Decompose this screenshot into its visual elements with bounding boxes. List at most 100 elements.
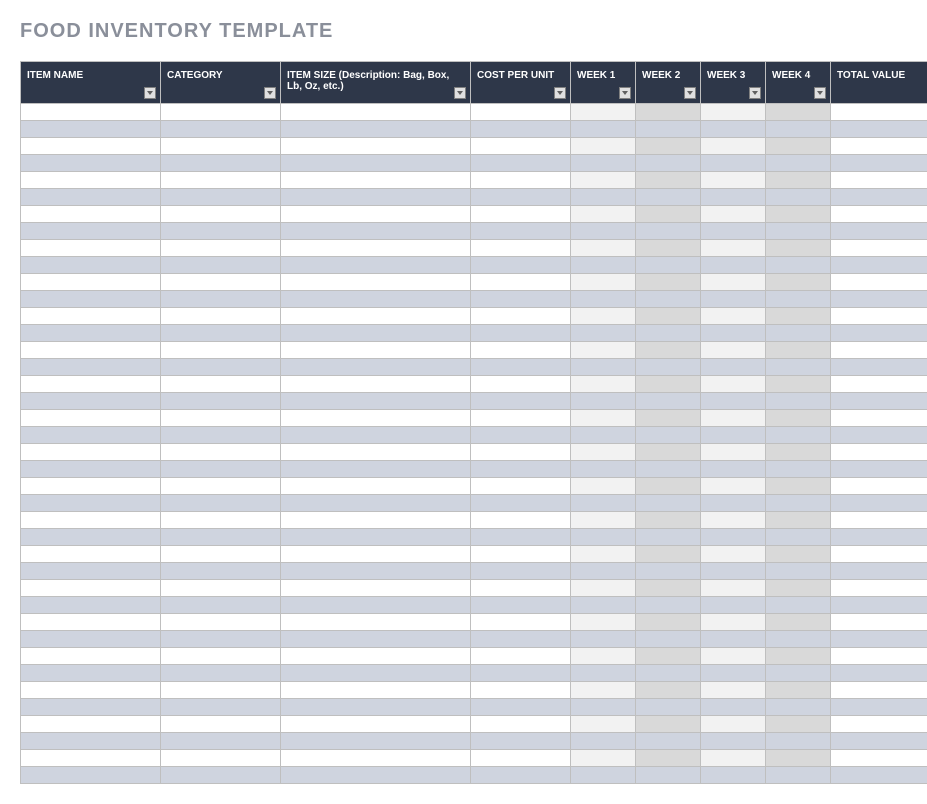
table-cell[interactable]	[831, 597, 927, 614]
table-cell[interactable]	[701, 155, 766, 172]
table-cell[interactable]	[766, 325, 831, 342]
table-cell[interactable]	[766, 597, 831, 614]
table-cell[interactable]	[831, 699, 927, 716]
table-cell[interactable]	[831, 104, 927, 121]
table-cell[interactable]	[21, 257, 161, 274]
table-cell[interactable]	[766, 359, 831, 376]
table-cell[interactable]	[471, 597, 571, 614]
table-cell[interactable]	[21, 291, 161, 308]
table-cell[interactable]	[636, 699, 701, 716]
table-cell[interactable]	[766, 648, 831, 665]
table-cell[interactable]	[636, 376, 701, 393]
table-cell[interactable]	[571, 478, 636, 495]
table-cell[interactable]	[281, 597, 471, 614]
table-cell[interactable]	[701, 767, 766, 784]
table-cell[interactable]	[21, 461, 161, 478]
table-cell[interactable]	[161, 189, 281, 206]
table-cell[interactable]	[636, 104, 701, 121]
filter-dropdown-icon[interactable]	[814, 87, 826, 99]
table-cell[interactable]	[281, 512, 471, 529]
table-cell[interactable]	[571, 597, 636, 614]
col-header-week-4[interactable]: WEEK 4	[766, 62, 831, 104]
table-cell[interactable]	[281, 138, 471, 155]
table-cell[interactable]	[701, 359, 766, 376]
table-cell[interactable]	[571, 359, 636, 376]
table-cell[interactable]	[831, 291, 927, 308]
table-cell[interactable]	[21, 750, 161, 767]
table-cell[interactable]	[766, 427, 831, 444]
table-cell[interactable]	[281, 546, 471, 563]
table-cell[interactable]	[766, 410, 831, 427]
filter-dropdown-icon[interactable]	[454, 87, 466, 99]
table-cell[interactable]	[636, 274, 701, 291]
table-cell[interactable]	[831, 359, 927, 376]
table-cell[interactable]	[831, 563, 927, 580]
table-cell[interactable]	[21, 104, 161, 121]
table-cell[interactable]	[471, 410, 571, 427]
table-cell[interactable]	[281, 478, 471, 495]
table-cell[interactable]	[636, 495, 701, 512]
table-cell[interactable]	[701, 699, 766, 716]
table-cell[interactable]	[701, 478, 766, 495]
table-cell[interactable]	[831, 274, 927, 291]
table-cell[interactable]	[281, 461, 471, 478]
table-cell[interactable]	[831, 172, 927, 189]
table-cell[interactable]	[161, 325, 281, 342]
table-cell[interactable]	[831, 648, 927, 665]
table-cell[interactable]	[571, 733, 636, 750]
table-cell[interactable]	[571, 648, 636, 665]
table-cell[interactable]	[471, 223, 571, 240]
table-cell[interactable]	[766, 308, 831, 325]
table-cell[interactable]	[831, 546, 927, 563]
table-cell[interactable]	[281, 529, 471, 546]
table-cell[interactable]	[281, 189, 471, 206]
table-cell[interactable]	[571, 274, 636, 291]
table-cell[interactable]	[281, 444, 471, 461]
table-cell[interactable]	[471, 716, 571, 733]
table-cell[interactable]	[636, 529, 701, 546]
table-cell[interactable]	[831, 427, 927, 444]
table-cell[interactable]	[161, 546, 281, 563]
table-cell[interactable]	[636, 478, 701, 495]
table-cell[interactable]	[471, 648, 571, 665]
table-cell[interactable]	[471, 444, 571, 461]
table-cell[interactable]	[701, 138, 766, 155]
table-cell[interactable]	[161, 614, 281, 631]
table-cell[interactable]	[636, 427, 701, 444]
table-cell[interactable]	[471, 631, 571, 648]
col-header-category[interactable]: CATEGORY	[161, 62, 281, 104]
table-cell[interactable]	[636, 308, 701, 325]
table-cell[interactable]	[571, 665, 636, 682]
table-cell[interactable]	[21, 138, 161, 155]
table-cell[interactable]	[471, 461, 571, 478]
table-cell[interactable]	[766, 495, 831, 512]
table-cell[interactable]	[831, 376, 927, 393]
table-cell[interactable]	[471, 155, 571, 172]
table-cell[interactable]	[21, 767, 161, 784]
table-cell[interactable]	[281, 682, 471, 699]
table-cell[interactable]	[831, 750, 927, 767]
table-cell[interactable]	[701, 223, 766, 240]
table-cell[interactable]	[831, 614, 927, 631]
table-cell[interactable]	[21, 223, 161, 240]
table-cell[interactable]	[701, 240, 766, 257]
table-cell[interactable]	[471, 529, 571, 546]
table-cell[interactable]	[21, 359, 161, 376]
table-cell[interactable]	[701, 631, 766, 648]
table-cell[interactable]	[831, 155, 927, 172]
table-cell[interactable]	[766, 189, 831, 206]
table-cell[interactable]	[571, 325, 636, 342]
table-cell[interactable]	[831, 206, 927, 223]
table-cell[interactable]	[281, 648, 471, 665]
table-cell[interactable]	[471, 733, 571, 750]
table-cell[interactable]	[831, 716, 927, 733]
table-cell[interactable]	[471, 478, 571, 495]
table-cell[interactable]	[571, 427, 636, 444]
table-cell[interactable]	[701, 733, 766, 750]
table-cell[interactable]	[21, 648, 161, 665]
table-cell[interactable]	[831, 189, 927, 206]
table-cell[interactable]	[831, 631, 927, 648]
table-cell[interactable]	[766, 461, 831, 478]
table-cell[interactable]	[571, 206, 636, 223]
table-cell[interactable]	[766, 104, 831, 121]
